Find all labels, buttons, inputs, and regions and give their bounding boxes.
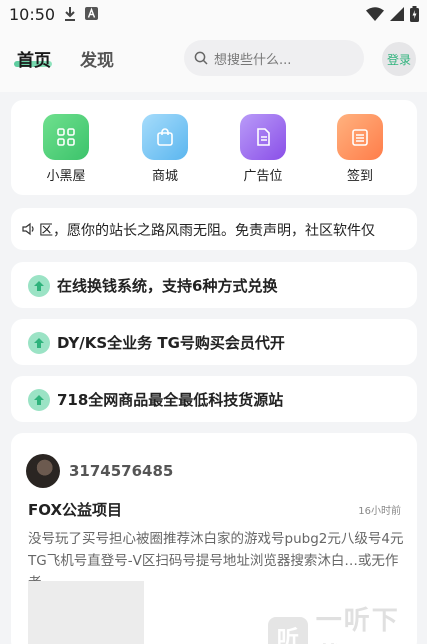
link-card[interactable]: 718全网商品最全最低科技货源站 <box>11 376 417 422</box>
link-text: DY/KS全业务 TG号购买会员代开 <box>57 334 285 352</box>
avatar[interactable] <box>26 454 60 488</box>
top-header: 首页 发现 想搜些什么... 登录 <box>0 30 427 92</box>
quick-action-blackroom[interactable]: 小黑屋 <box>31 114 101 184</box>
notice-bar[interactable]: 区，愿你的站长之路风雨无阻。免责声明，社区软件仅 <box>11 208 417 250</box>
search-input[interactable]: 想搜些什么... <box>184 40 364 76</box>
quick-action-ad[interactable]: 广告位 <box>228 114 298 184</box>
battery-icon <box>410 6 419 22</box>
watermark-text: 一听下载 <box>315 606 400 644</box>
signal-icon <box>390 7 404 21</box>
document-icon <box>240 114 286 160</box>
quick-action-label: 商城 <box>151 169 178 184</box>
wifi-icon <box>366 7 384 21</box>
link-text: 在线换钱系统，支持6种方式兑换 <box>57 277 278 295</box>
post-username[interactable]: 3174576485 <box>69 462 173 480</box>
speaker-icon <box>22 222 34 236</box>
download-icon <box>65 7 75 21</box>
quick-action-label: 广告位 <box>243 169 283 184</box>
shopping-bag-icon <box>142 114 188 160</box>
watermark: 听 一听下载 <box>268 600 427 644</box>
watermark-logo: 听 <box>268 617 308 644</box>
post-image[interactable] <box>28 581 144 644</box>
post-time: 16小时前 <box>358 506 401 517</box>
tab-home[interactable]: 首页 <box>17 46 51 71</box>
search-placeholder: 想搜些什么... <box>214 52 292 68</box>
arrow-up-icon <box>28 332 50 354</box>
status-time: 10:50 <box>9 5 56 24</box>
search-icon <box>194 51 208 65</box>
link-card[interactable]: DY/KS全业务 TG号购买会员代开 <box>11 319 417 365</box>
notice-text: 区，愿你的站长之路风雨无阻。免责声明，社区软件仅 <box>39 223 375 239</box>
quick-action-shop[interactable]: 商城 <box>130 114 200 184</box>
quick-action-checkin[interactable]: 签到 <box>325 114 395 184</box>
post-title[interactable]: FOX公益项目 <box>28 499 122 520</box>
font-a-icon <box>85 7 98 20</box>
quick-action-label: 小黑屋 <box>46 169 86 184</box>
link-card[interactable]: 在线换钱系统，支持6种方式兑换 <box>11 262 417 308</box>
quick-actions-card: 小黑屋 商城 广告位 签到 <box>11 100 417 195</box>
arrow-up-icon <box>28 275 50 297</box>
login-button[interactable]: 登录 <box>382 42 416 76</box>
arrow-up-icon <box>28 389 50 411</box>
status-bar: 10:50 <box>0 0 427 30</box>
link-text: 718全网商品最全最低科技货源站 <box>57 391 284 409</box>
checklist-icon <box>337 114 383 160</box>
tab-discover[interactable]: 发现 <box>80 46 114 71</box>
quick-action-label: 签到 <box>346 169 373 184</box>
grid-icon <box>43 114 89 160</box>
